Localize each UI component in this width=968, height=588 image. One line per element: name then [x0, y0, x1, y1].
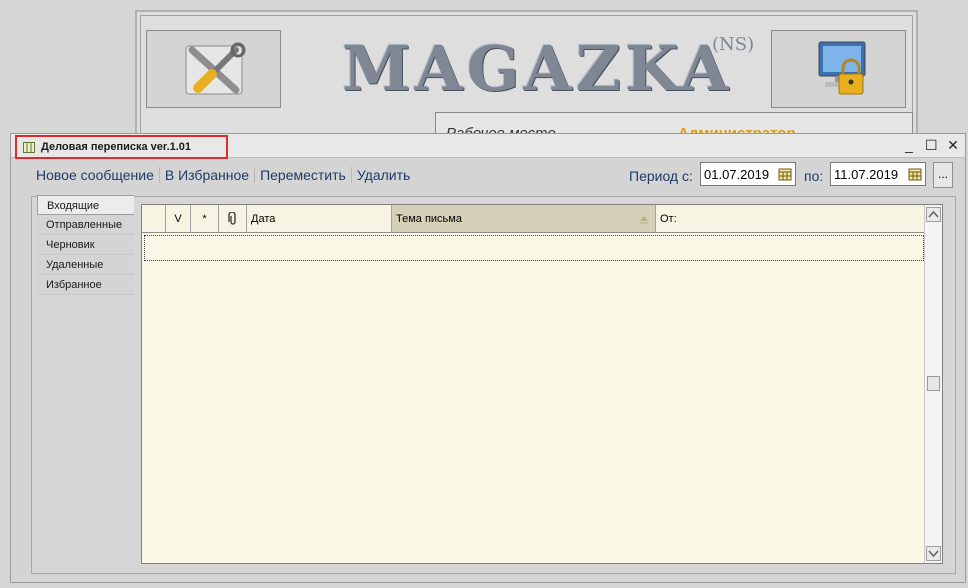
period-from-field[interactable]: 01.07.2019 — [700, 162, 796, 186]
column-header-indicator[interactable] — [142, 205, 166, 232]
messages-grid[interactable]: V * Дата Тема письма От: — [141, 204, 943, 564]
sort-ascending-icon — [640, 216, 648, 224]
tools-tile[interactable] — [146, 30, 281, 108]
toolbar-separator — [158, 167, 160, 183]
scroll-up-button[interactable] — [926, 207, 941, 222]
paperclip-icon — [227, 211, 236, 225]
folder-tab-inbox[interactable]: Входящие — [37, 195, 134, 215]
to-favorites-button[interactable]: В Избранное — [164, 167, 254, 183]
scroll-thumb[interactable] — [927, 376, 940, 391]
column-header-check[interactable]: V — [166, 205, 191, 232]
period-to-field[interactable]: 11.07.2019 — [830, 162, 926, 186]
column-header-subject[interactable]: Тема письма — [392, 205, 656, 232]
scroll-down-button[interactable] — [926, 546, 941, 561]
column-header-from[interactable]: От: — [656, 205, 924, 232]
calendar-icon[interactable] — [778, 167, 792, 181]
more-button[interactable]: ... — [933, 162, 953, 188]
toolbar-separator — [350, 167, 352, 183]
toolbar: Новое сообщение В Избранное Переместить … — [35, 164, 415, 186]
column-header-attachment[interactable] — [219, 205, 247, 232]
folder-tab-drafts[interactable]: Черновик — [37, 235, 134, 255]
grid-header: V * Дата Тема письма От: — [142, 205, 924, 233]
calendar-icon[interactable] — [908, 167, 922, 181]
period-to-value: 11.07.2019 — [834, 166, 899, 182]
column-header-star[interactable]: * — [191, 205, 219, 232]
folder-tabs: Входящие Отправленные Черновик Удаленные… — [37, 195, 134, 295]
window-titlebar[interactable]: Деловая переписка ver.1.01 _ ☐ ✕ — [11, 134, 965, 159]
vertical-scrollbar[interactable] — [924, 205, 942, 563]
window-title: Деловая переписка ver.1.01 — [41, 141, 192, 153]
column-header-subject-label: Тема письма — [396, 212, 462, 225]
minimize-button[interactable]: _ — [903, 137, 915, 153]
column-header-date[interactable]: Дата — [247, 205, 392, 232]
security-tile[interactable] — [771, 30, 906, 108]
app-logo-suffix: (NS) — [712, 34, 755, 55]
app-logo: MAGAZKA — [342, 32, 733, 105]
chevron-down-icon — [928, 550, 939, 558]
new-message-button[interactable]: Новое сообщение — [35, 167, 159, 183]
computer-lock-icon — [818, 41, 865, 95]
empty-row[interactable] — [144, 235, 924, 261]
table-icon — [23, 141, 35, 153]
period-from-label: Период с: — [629, 168, 693, 184]
chevron-up-icon — [928, 210, 939, 218]
title-highlight: Деловая переписка ver.1.01 — [15, 135, 228, 159]
move-button[interactable]: Переместить — [259, 167, 351, 183]
folder-tab-sent[interactable]: Отправленные — [37, 215, 134, 235]
tools-icon — [185, 42, 245, 95]
period-from-value: 01.07.2019 — [704, 166, 770, 182]
folder-tab-deleted[interactable]: Удаленные — [37, 255, 134, 275]
toolbar-separator — [254, 167, 256, 183]
period-to-label: по: — [804, 168, 824, 184]
main-app-background: MAGAZKA (NS) Рабочее место Администратор — [135, 10, 918, 152]
correspondence-window: Деловая переписка ver.1.01 _ ☐ ✕ Новое с… — [10, 133, 966, 583]
close-button[interactable]: ✕ — [947, 137, 959, 153]
maximize-button[interactable]: ☐ — [925, 137, 938, 153]
delete-button[interactable]: Удалить — [356, 167, 415, 183]
folder-tab-favorites[interactable]: Избранное — [37, 275, 134, 295]
